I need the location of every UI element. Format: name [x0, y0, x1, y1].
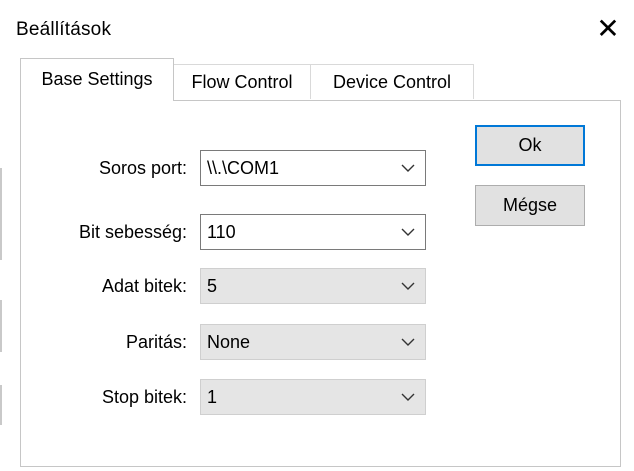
stop-bits-label: Stop bitek: — [101, 387, 187, 407]
window-edge — [0, 0, 3, 471]
parity-label: Paritás: — [125, 332, 187, 352]
parity-combo[interactable]: None — [200, 324, 426, 360]
chevron-down-icon — [401, 164, 415, 172]
chevron-down-icon — [401, 393, 415, 401]
cancel-button[interactable]: Mégse — [475, 185, 585, 226]
data-bits-combo[interactable]: 5 — [200, 268, 426, 304]
tab-flow-control[interactable]: Flow Control — [172, 64, 312, 99]
title-bar: Beállítások ✕ — [0, 0, 634, 58]
chevron-down-icon — [401, 338, 415, 346]
serial-port-label: Soros port: — [98, 158, 187, 178]
parity-value: None — [207, 332, 251, 352]
data-bits-label: Adat bitek: — [101, 276, 187, 296]
stop-bits-combo[interactable]: 1 — [200, 379, 426, 415]
tab-base-settings[interactable]: Base Settings — [20, 58, 174, 101]
tab-panel-base-settings: Ok Mégse Soros port: \\.\COM1 Bit sebess… — [20, 100, 621, 467]
settings-dialog: Beállítások ✕ Base Settings Flow Control… — [0, 0, 634, 471]
serial-port-combo[interactable]: \\.\COM1 — [200, 150, 426, 186]
tab-strip: Base Settings Flow Control Device Contro… — [20, 58, 620, 102]
close-icon[interactable]: ✕ — [593, 13, 623, 45]
tab-device-control[interactable]: Device Control — [310, 64, 474, 99]
baud-rate-label: Bit sebesség: — [78, 222, 187, 242]
serial-port-value: \\.\COM1 — [207, 158, 280, 178]
window-title: Beállítások — [16, 19, 112, 40]
baud-rate-combo[interactable]: 110 — [200, 214, 426, 250]
baud-rate-value: 110 — [207, 222, 236, 242]
data-bits-value: 5 — [207, 276, 218, 296]
ok-button[interactable]: Ok — [475, 125, 585, 166]
chevron-down-icon — [401, 282, 415, 290]
chevron-down-icon — [401, 228, 415, 236]
stop-bits-value: 1 — [207, 387, 218, 407]
